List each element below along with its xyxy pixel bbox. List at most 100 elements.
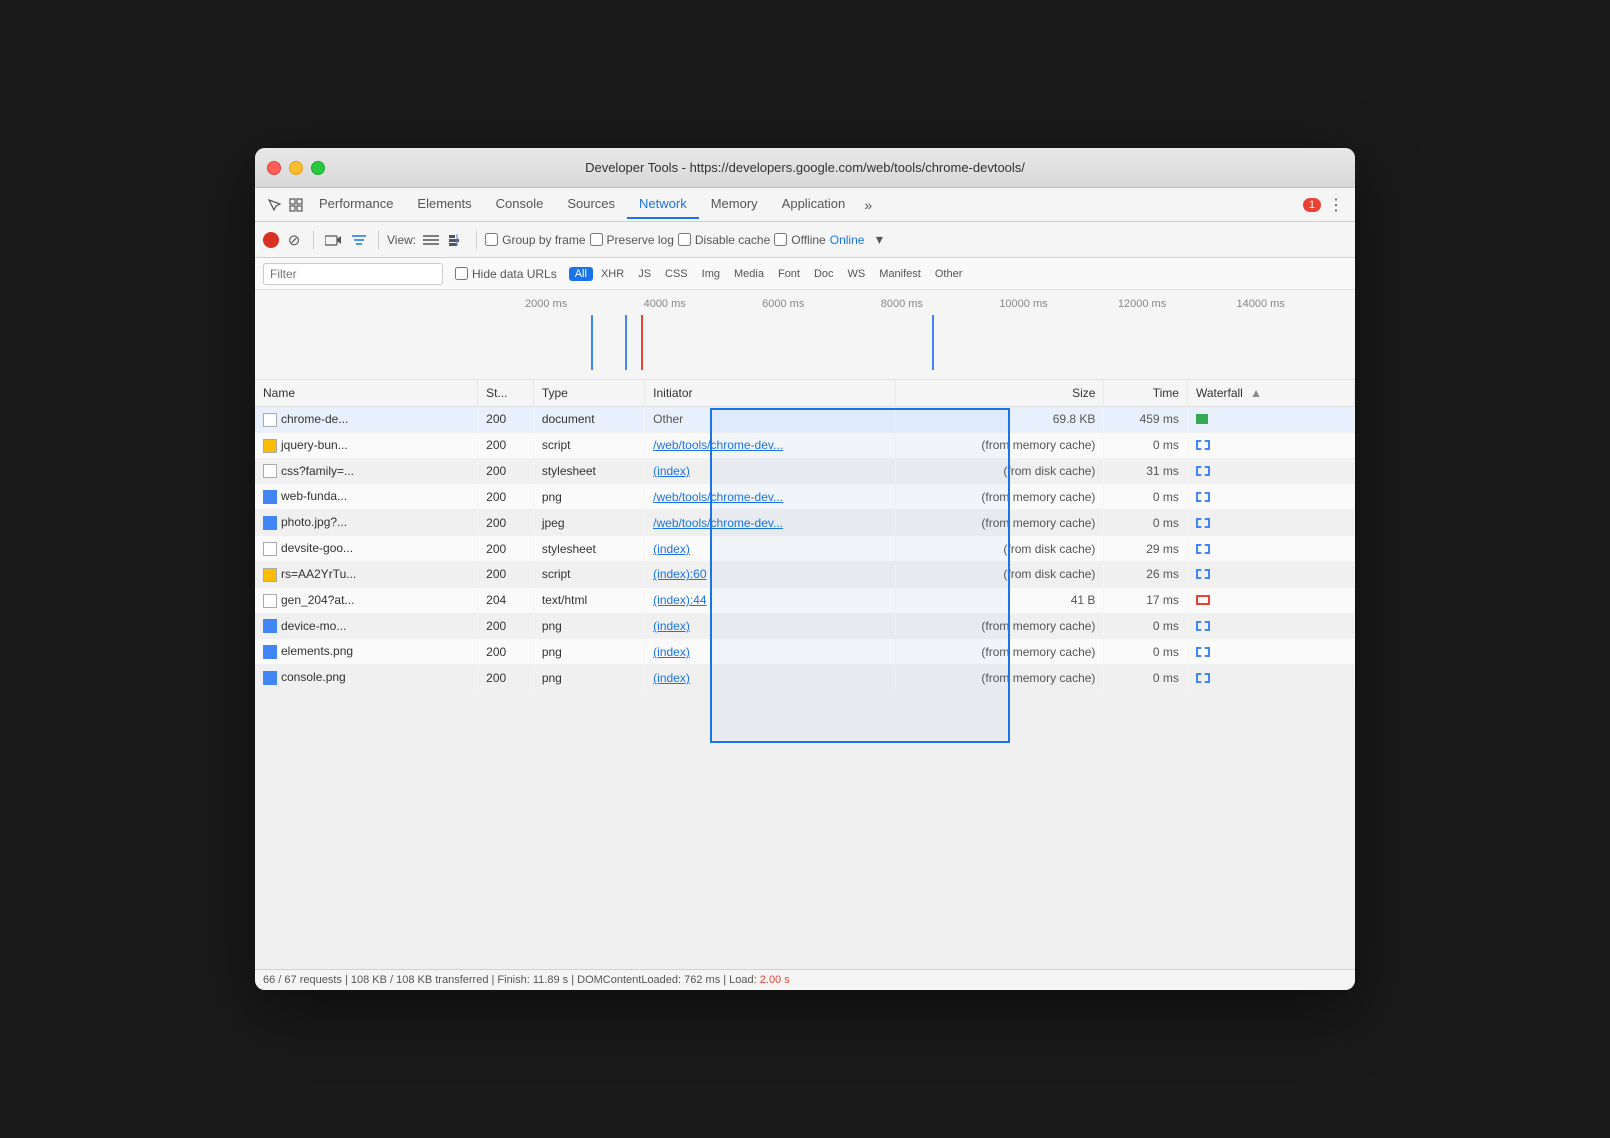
offline-label[interactable]: Offline	[774, 233, 825, 247]
clear-button[interactable]: ⊘	[283, 229, 305, 251]
inspect-button[interactable]	[285, 194, 307, 216]
cell-size: (from memory cache)	[895, 510, 1104, 536]
table-row[interactable]: gen_204?at...204text/html(index):4441 B1…	[255, 587, 1355, 613]
cell-type: stylesheet	[533, 536, 644, 562]
throttle-dropdown[interactable]: ▾	[868, 229, 890, 251]
col-size[interactable]: Size	[895, 380, 1104, 407]
cell-status: 200	[478, 639, 534, 665]
offline-checkbox[interactable]	[774, 233, 787, 246]
cell-initiator: Other	[645, 407, 896, 433]
tab-application[interactable]: Application	[770, 190, 858, 219]
record-button[interactable]	[263, 232, 279, 248]
network-toolbar: ⊘ View:	[255, 222, 1355, 258]
list-view-button[interactable]	[420, 229, 442, 251]
tab-network[interactable]: Network	[627, 190, 699, 219]
waterfall-bar-blue	[1196, 569, 1210, 579]
col-type[interactable]: Type	[533, 380, 644, 407]
cell-status: 200	[478, 510, 534, 536]
cell-waterfall	[1187, 639, 1354, 665]
cell-initiator[interactable]: (index):60	[645, 561, 896, 587]
filter-tag-media[interactable]: Media	[728, 267, 770, 281]
cell-initiator[interactable]: /web/tools/chrome-dev...	[645, 432, 896, 458]
filter-tag-font[interactable]: Font	[772, 267, 806, 281]
filter-tag-js[interactable]: JS	[632, 267, 657, 281]
cell-initiator[interactable]: (index)	[645, 613, 896, 639]
cell-name: photo.jpg?...	[255, 510, 478, 536]
preserve-log-checkbox[interactable]	[590, 233, 603, 246]
file-icon	[263, 645, 277, 659]
filter-icon-button[interactable]	[348, 229, 370, 251]
cursor-tool-button[interactable]	[263, 194, 285, 216]
waterfall-bar-blue	[1196, 440, 1210, 450]
cell-initiator[interactable]: /web/tools/chrome-dev...	[645, 484, 896, 510]
filter-tag-other[interactable]: Other	[929, 267, 969, 281]
col-initiator[interactable]: Initiator	[645, 380, 896, 407]
table-row[interactable]: rs=AA2YrTu...200script(index):60(from di…	[255, 561, 1355, 587]
hide-data-urls-checkbox[interactable]	[455, 267, 468, 280]
cell-initiator[interactable]: (index):44	[645, 587, 896, 613]
waterfall-bar-blue	[1196, 621, 1210, 631]
tab-performance[interactable]: Performance	[307, 190, 405, 219]
timeline-blue-bar-1	[591, 315, 593, 370]
filter-tag-ws[interactable]: WS	[842, 267, 872, 281]
toolbar-separator-3	[476, 231, 477, 249]
filter-tag-img[interactable]: Img	[696, 267, 726, 281]
group-by-frame-label[interactable]: Group by frame	[485, 233, 585, 247]
filter-tag-css[interactable]: CSS	[659, 267, 694, 281]
timeline-mark-12000: 12000 ms	[1118, 298, 1237, 310]
table-row[interactable]: console.png200png(index)(from memory cac…	[255, 665, 1355, 691]
cell-time: 29 ms	[1104, 536, 1188, 562]
disable-cache-label[interactable]: Disable cache	[678, 233, 770, 247]
table-row[interactable]: photo.jpg?...200jpeg/web/tools/chrome-de…	[255, 510, 1355, 536]
timeline-mark-2000: 2000 ms	[525, 298, 644, 310]
file-icon	[263, 671, 277, 685]
hide-data-urls-label[interactable]: Hide data URLs	[455, 267, 557, 281]
disable-cache-checkbox[interactable]	[678, 233, 691, 246]
cell-size: (from memory cache)	[895, 665, 1104, 691]
timeline-mark-4000: 4000 ms	[644, 298, 763, 310]
minimize-button[interactable]	[289, 161, 303, 175]
table-row[interactable]: jquery-bun...200script/web/tools/chrome-…	[255, 432, 1355, 458]
cell-time: 0 ms	[1104, 665, 1188, 691]
filter-tag-doc[interactable]: Doc	[808, 267, 840, 281]
tab-elements[interactable]: Elements	[405, 190, 483, 219]
waterfall-bar-blue	[1196, 647, 1210, 657]
table-row[interactable]: device-mo...200png(index)(from memory ca…	[255, 613, 1355, 639]
filter-input[interactable]	[263, 263, 443, 285]
cell-initiator[interactable]: (index)	[645, 458, 896, 484]
tab-memory[interactable]: Memory	[699, 190, 770, 219]
col-waterfall[interactable]: Waterfall ▲	[1187, 380, 1354, 407]
filter-tag-xhr[interactable]: XHR	[595, 267, 630, 281]
col-name[interactable]: Name	[255, 380, 478, 407]
waterfall-bar-blue	[1196, 518, 1210, 528]
cell-initiator[interactable]: (index)	[645, 639, 896, 665]
col-time[interactable]: Time	[1104, 380, 1188, 407]
filter-tag-manifest[interactable]: Manifest	[873, 267, 927, 281]
col-status[interactable]: St...	[478, 380, 534, 407]
cell-initiator[interactable]: (index)	[645, 536, 896, 562]
preserve-log-label[interactable]: Preserve log	[590, 233, 674, 247]
camera-button[interactable]	[322, 229, 344, 251]
cell-initiator[interactable]: (index)	[645, 665, 896, 691]
cell-name: rs=AA2YrTu...	[255, 561, 478, 587]
tab-console[interactable]: Console	[484, 190, 556, 219]
more-tabs-button[interactable]: »	[857, 194, 879, 216]
timeline-red-bar	[641, 315, 643, 370]
tab-sources[interactable]: Sources	[555, 190, 627, 219]
table-row[interactable]: elements.png200png(index)(from memory ca…	[255, 639, 1355, 665]
maximize-button[interactable]	[311, 161, 325, 175]
table-row[interactable]: chrome-de...200documentOther69.8 KB459 m…	[255, 407, 1355, 433]
cell-time: 31 ms	[1104, 458, 1188, 484]
cell-waterfall	[1187, 536, 1354, 562]
waterfall-view-button[interactable]	[446, 229, 468, 251]
close-button[interactable]	[267, 161, 281, 175]
table-row[interactable]: web-funda...200png/web/tools/chrome-dev.…	[255, 484, 1355, 510]
group-by-frame-checkbox[interactable]	[485, 233, 498, 246]
table-row[interactable]: devsite-goo...200stylesheet(index)(from …	[255, 536, 1355, 562]
cell-initiator[interactable]: /web/tools/chrome-dev...	[645, 510, 896, 536]
filter-tag-all[interactable]: All	[569, 267, 593, 281]
table-row[interactable]: css?family=...200stylesheet(index)(from …	[255, 458, 1355, 484]
more-options-button[interactable]: ⋮	[1325, 194, 1347, 216]
cell-name: web-funda...	[255, 484, 478, 510]
toolbar-separator-2	[378, 231, 379, 249]
